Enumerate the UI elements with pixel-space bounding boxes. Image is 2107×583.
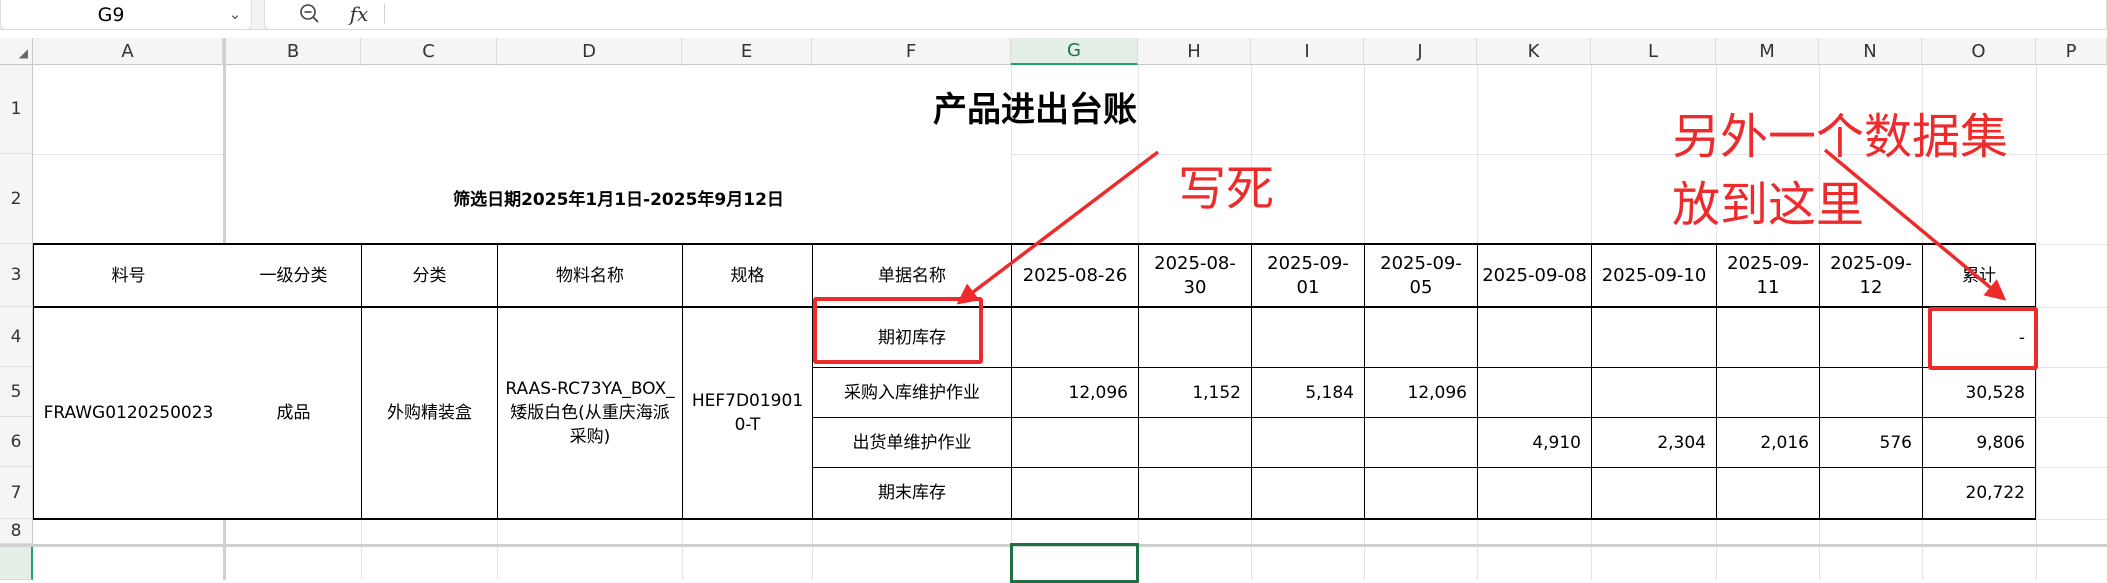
annotation-dataset-line1: 另外一个数据集 [1672,109,2009,165]
arrow-to-opening-stock [956,150,1160,305]
annotation-dataset-line2: 放到这里 [1672,177,1865,233]
annotation-arrows [956,148,2007,305]
annotation-hardcode: 写死 [1178,161,1275,217]
